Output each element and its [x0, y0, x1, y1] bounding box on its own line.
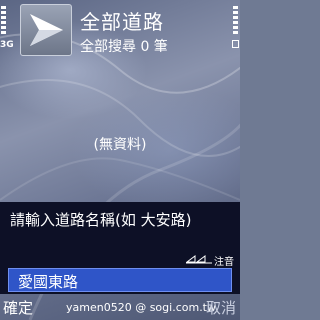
battery-level-icon	[233, 6, 238, 40]
signal-strength-icon	[1, 6, 6, 40]
dialog-prompt: 請輸入道路名稱(如 大安路)	[10, 211, 192, 229]
navigation-arrow-icon	[20, 4, 72, 56]
confirm-softkey[interactable]: 確定	[3, 297, 33, 318]
page-title: 全部道路	[80, 10, 164, 34]
result-count: 全部搜尋 0 筆	[80, 39, 168, 55]
input-mode-icon	[186, 255, 212, 264]
network-type-label: 3G	[0, 40, 14, 50]
battery-icon	[232, 40, 239, 48]
softkey-bar: 確定 yamen0520 @ sogi.com.tw 取消	[0, 294, 240, 320]
input-mode-label: 注音	[214, 257, 234, 268]
watermark: yamen0520 @ sogi.com.tw	[66, 301, 216, 314]
cancel-softkey[interactable]: 取消	[206, 297, 236, 318]
empty-list-text: (無資料)	[93, 137, 147, 153]
watermark-site: @ sogi.com.tw	[135, 301, 216, 314]
road-name-value: 愛國東路	[18, 273, 79, 291]
road-name-input[interactable]: 愛國東路	[8, 268, 232, 292]
watermark-user: yamen0520	[66, 301, 132, 314]
road-query-dialog: 請輸入道路名稱(如 大安路) 注音 愛國東路	[0, 202, 240, 294]
